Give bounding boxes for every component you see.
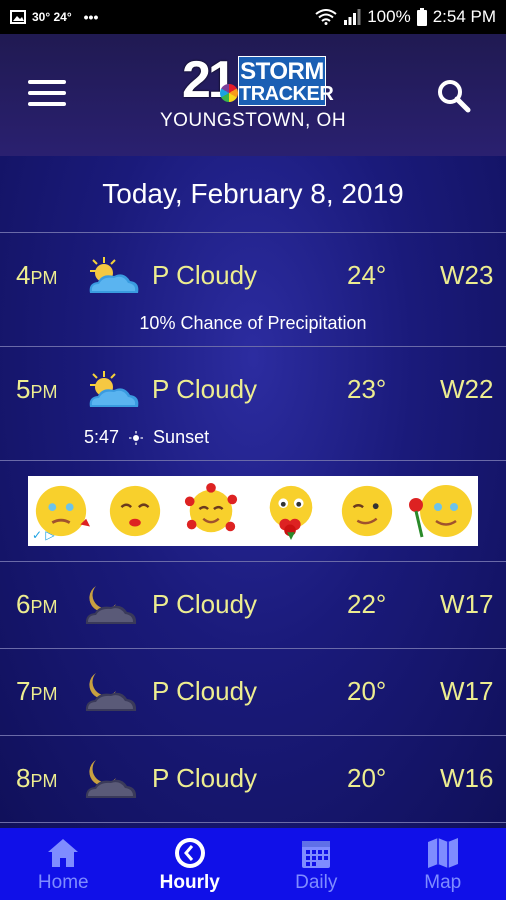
calendar-icon xyxy=(302,841,331,868)
emoji-rose-smile-icon xyxy=(409,485,472,538)
moon-cloud-icon xyxy=(85,673,137,711)
logo-word-tracker: TRACKER xyxy=(239,83,334,105)
clock-icon xyxy=(174,838,205,868)
partly-sunny-icon xyxy=(89,371,139,407)
nav-hourly[interactable]: Hourly xyxy=(127,828,254,900)
emoji-kiss-icon xyxy=(109,485,161,537)
moon-cloud-icon xyxy=(85,586,137,624)
date-title: Today, February 8, 2019 xyxy=(0,156,506,233)
ad-banner[interactable]: ✓ ▷ xyxy=(28,476,478,546)
hour-temp: 20° xyxy=(347,763,387,793)
status-time: 2:54 PM xyxy=(432,7,496,26)
status-left: 30° 24° ••• xyxy=(10,9,98,25)
hour-wind: W17 xyxy=(440,676,494,706)
search-icon[interactable] xyxy=(436,78,472,114)
battery-icon xyxy=(416,8,427,26)
signal-icon xyxy=(344,9,361,25)
hour-number: 5 xyxy=(16,374,31,404)
nav-home-label: Home xyxy=(37,872,89,893)
hour-number: 6 xyxy=(16,589,31,619)
hour-ampm: PM xyxy=(30,382,58,402)
logo-word-storm: STORM xyxy=(240,58,324,85)
hour-time: 7PM xyxy=(16,676,57,707)
hour-ampm: PM xyxy=(30,597,58,617)
emoji-roses-icon xyxy=(269,485,313,540)
adchoices-icon[interactable]: ✓ ▷ xyxy=(32,528,55,542)
sunset-time: 5:47 xyxy=(84,427,120,447)
logo-box: STORM TRACKER xyxy=(238,56,334,106)
sunset-label: Sunset xyxy=(153,427,210,447)
emoji-wink-icon xyxy=(341,485,393,537)
moon-cloud-icon xyxy=(85,760,137,798)
nav-daily[interactable]: Daily xyxy=(253,828,380,900)
nav-map[interactable]: Map xyxy=(380,828,506,900)
nav-map-label: Map xyxy=(424,872,462,893)
hour-wind: W17 xyxy=(440,589,494,619)
ad-banner-row: ✓ ▷ xyxy=(0,461,506,562)
hour-number: 4 xyxy=(16,260,31,290)
nav-hourly-label: Hourly xyxy=(159,872,220,893)
hour-wind: W22 xyxy=(440,374,494,404)
map-icon xyxy=(427,838,458,868)
hour-number: 8 xyxy=(16,763,31,793)
nav-home[interactable]: Home xyxy=(0,828,127,900)
hamburger-icon[interactable] xyxy=(28,80,66,108)
sun-icon xyxy=(129,430,144,445)
wifi-icon xyxy=(315,9,337,25)
app-header: 21 STORM TRACKER YOUNGSTOWN, OH xyxy=(0,34,506,156)
partly-sunny-icon xyxy=(89,257,139,293)
hour-ampm: PM xyxy=(30,268,58,288)
station-logo: 21 STORM TRACKER xyxy=(182,51,334,110)
hour-temp: 22° xyxy=(347,589,387,619)
hour-condition: P Cloudy xyxy=(152,374,258,404)
nav-daily-label: Daily xyxy=(295,872,338,893)
hour-time: 5PM xyxy=(16,374,57,405)
hour-time: 4PM xyxy=(16,260,57,291)
status-more-icon: ••• xyxy=(83,9,99,25)
hour-row-6pm[interactable]: 6PM P Cloudy 22° W17 xyxy=(0,562,506,649)
hour-condition: P Cloudy xyxy=(152,589,258,619)
hour-temp: 20° xyxy=(347,676,387,706)
battery-percent: 100% xyxy=(367,7,411,26)
hour-row-8pm[interactable]: 8PM P Cloudy 20° W16 xyxy=(0,736,506,823)
hour-ampm: PM xyxy=(30,684,58,704)
image-notification-icon xyxy=(10,10,26,24)
hour-time: 6PM xyxy=(16,589,57,620)
hour-wind: W16 xyxy=(440,763,494,793)
hour-condition: P Cloudy xyxy=(152,676,258,706)
home-icon xyxy=(48,839,79,867)
sunset-info: 5:47 Sunset xyxy=(84,427,209,448)
hour-wind: W23 xyxy=(440,260,494,290)
hour-temp: 23° xyxy=(347,374,387,404)
status-bar: 30° 24° ••• 100% 2:54 PM xyxy=(0,0,506,34)
hour-ampm: PM xyxy=(30,771,58,791)
hourly-forecast-list[interactable]: Today, February 8, 2019 4PM P Cloudy 24°… xyxy=(0,156,506,828)
hour-condition: P Cloudy xyxy=(152,763,258,793)
location-label: YOUNGSTOWN, OH xyxy=(159,110,347,131)
hour-temp: 24° xyxy=(347,260,387,290)
status-temps: 30° 24° xyxy=(32,10,72,24)
peacock-icon xyxy=(220,84,238,102)
hour-number: 7 xyxy=(16,676,31,706)
emoji-hearts-icon xyxy=(184,482,238,533)
hour-condition: P Cloudy xyxy=(152,260,258,290)
hour-time: 8PM xyxy=(16,763,57,794)
hour-row-7pm[interactable]: 7PM P Cloudy 20° W17 xyxy=(0,649,506,736)
hour-row-5pm[interactable]: 5PM P Cloudy 23° W22 5:47 Sunset xyxy=(0,347,506,461)
hour-row-4pm[interactable]: 4PM P Cloudy 24° W23 10% Chance of Preci… xyxy=(0,233,506,347)
precip-chance: 10% Chance of Precipitation xyxy=(139,313,367,333)
status-right: 100% 2:54 PM xyxy=(315,7,496,27)
bottom-nav: Home Hourly Daily Map xyxy=(0,828,506,900)
